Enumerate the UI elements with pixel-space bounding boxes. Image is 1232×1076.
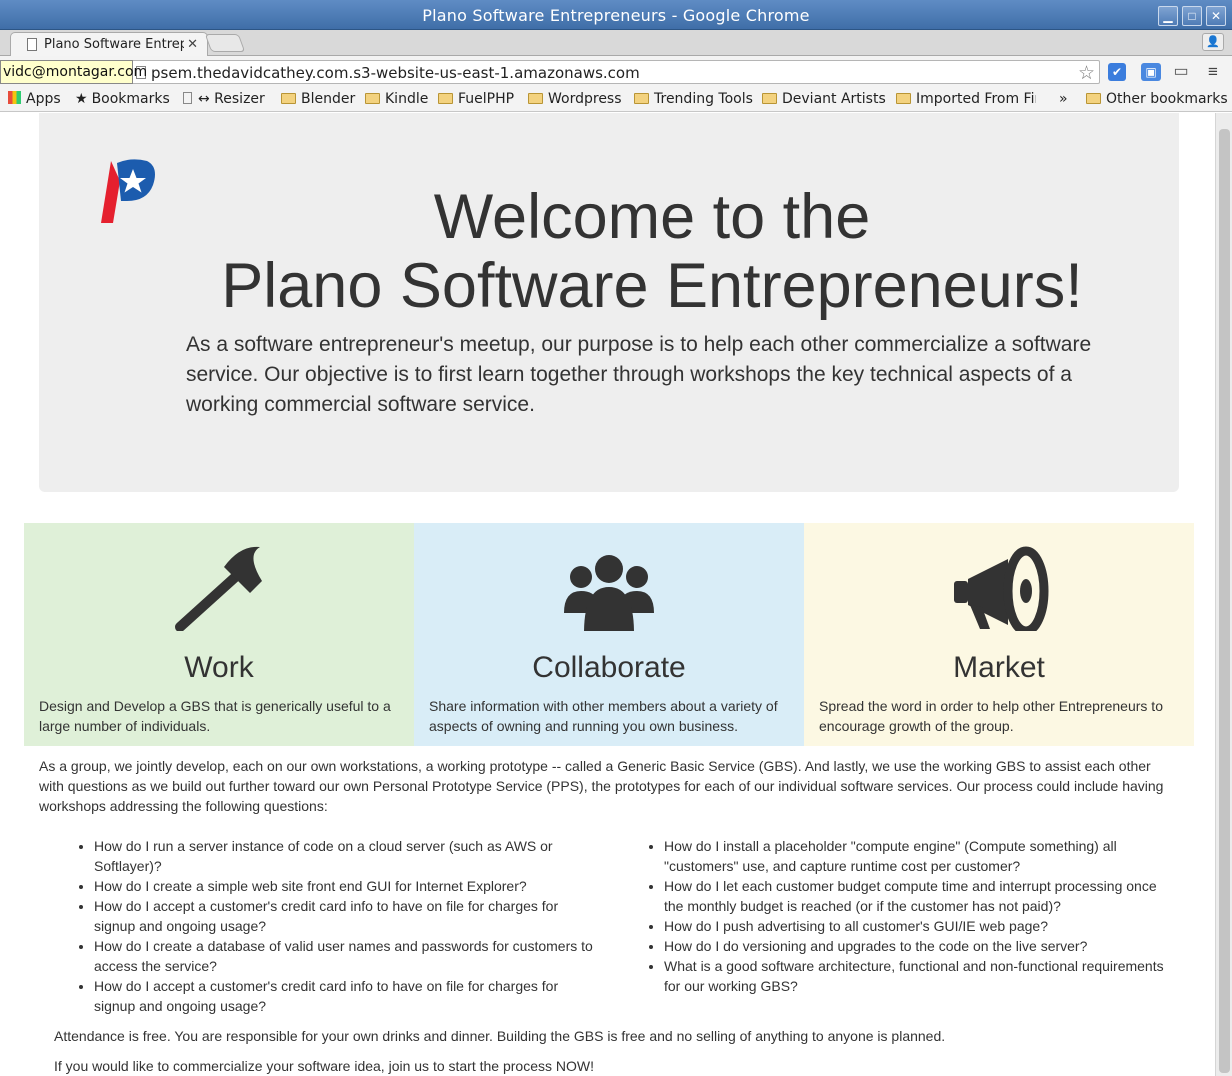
bookmark-label: Trending Tools bbox=[654, 91, 753, 107]
bookmark-label: Imported From Fir bbox=[916, 91, 1036, 107]
window-title: Plano Software Entrepreneurs - Google Ch… bbox=[422, 6, 810, 25]
browser-toolbar: psem.thedavidcathey.com.s3-website-us-ea… bbox=[0, 56, 1232, 88]
page-content: Welcome to the Plano Software Entreprene… bbox=[0, 113, 1215, 1076]
bookmarks-bar: Apps ★ Bookmarks ↔ Resizer Blender Kindle… bbox=[0, 88, 1232, 112]
bookmark-folder-imported[interactable]: Imported From Fir bbox=[896, 91, 1036, 107]
panel-market: Market Spread the word in order to help … bbox=[804, 523, 1194, 746]
new-tab-button[interactable] bbox=[204, 34, 246, 52]
extension-box-icon[interactable]: ▣ bbox=[1141, 63, 1161, 81]
hammer-icon bbox=[175, 546, 262, 631]
bookmark-resizer[interactable]: ↔ Resizer bbox=[183, 91, 265, 107]
attendance-text: Attendance is free. You are responsible … bbox=[54, 1028, 946, 1044]
question-item: How do I push advertising to all custome… bbox=[664, 916, 1175, 936]
question-item: How do I accept a customer's credit card… bbox=[94, 976, 600, 1016]
bookmark-folder-trending-tools[interactable]: Trending Tools bbox=[634, 91, 753, 107]
panel-title: Collaborate bbox=[532, 651, 686, 684]
bookmark-label: Blender bbox=[301, 91, 356, 107]
folder-icon bbox=[1086, 93, 1101, 104]
bookmarks-overflow-button[interactable]: » bbox=[1059, 91, 1068, 107]
users-icon bbox=[564, 555, 654, 631]
questions-left-list: How do I run a server instance of code o… bbox=[75, 836, 600, 1016]
tab-strip: Plano Software Entrepreneurs ✕ 👤 bbox=[0, 30, 1232, 56]
tab-plano-software[interactable]: Plano Software Entrepreneurs ✕ bbox=[10, 32, 208, 56]
panel-title: Work bbox=[184, 651, 254, 684]
tab-label: Plano Software Entrepreneurs bbox=[44, 37, 184, 52]
bookmark-label: Deviant Artists bbox=[782, 91, 886, 107]
question-item: How do I create a simple web site front … bbox=[94, 876, 600, 896]
hero-title: Welcome to the Plano Software Entreprene… bbox=[39, 183, 1215, 321]
folder-icon bbox=[634, 93, 649, 104]
close-window-button[interactable]: ✕ bbox=[1206, 6, 1226, 26]
cta-text: If you would like to commercialize your … bbox=[54, 1058, 594, 1074]
star-icon: ★ bbox=[75, 91, 88, 107]
bookmark-bookmarks[interactable]: ★ Bookmarks bbox=[75, 91, 170, 107]
minimize-button[interactable]: ▁ bbox=[1158, 6, 1178, 26]
vertical-scrollbar[interactable] bbox=[1215, 113, 1232, 1076]
question-item: How do I let each customer budget comput… bbox=[664, 876, 1175, 916]
tooltip: vidc@montagar.com bbox=[0, 60, 147, 84]
bookmark-label: FuelPHP bbox=[458, 91, 515, 107]
maximize-button[interactable]: □ bbox=[1182, 6, 1202, 26]
bookmark-folder-other[interactable]: Other bookmarks bbox=[1086, 91, 1228, 107]
panel-text: Design and Develop a GBS that is generic… bbox=[39, 698, 391, 734]
cast-icon[interactable]: ▭ bbox=[1172, 63, 1190, 81]
page-icon bbox=[27, 38, 37, 51]
hero-title-line1: Welcome to the bbox=[433, 182, 871, 252]
bookmark-folder-wordpress[interactable]: Wordpress bbox=[528, 91, 622, 107]
profile-icon[interactable]: 👤 bbox=[1202, 33, 1224, 51]
question-item: How do I do versioning and upgrades to t… bbox=[664, 936, 1175, 956]
url-text[interactable]: psem.thedavidcathey.com.s3-website-us-ea… bbox=[151, 64, 640, 82]
bookmark-label: Wordpress bbox=[548, 91, 622, 107]
question-item: How do I install a placeholder "compute … bbox=[664, 836, 1175, 876]
folder-icon bbox=[281, 93, 296, 104]
questions-right-list: How do I install a placeholder "compute … bbox=[645, 836, 1175, 996]
bookmark-label: ↔ Resizer bbox=[198, 91, 265, 107]
tab-close-icon[interactable]: ✕ bbox=[187, 36, 198, 52]
question-item: How do I accept a customer's credit card… bbox=[94, 896, 600, 936]
bookmark-label: Apps bbox=[26, 91, 61, 107]
hero-description: As a software entrepreneur's meetup, our… bbox=[186, 333, 1092, 416]
bookmark-apps[interactable]: Apps bbox=[8, 91, 61, 107]
folder-icon bbox=[438, 93, 453, 104]
hero-title-line2: Plano Software Entrepreneurs! bbox=[221, 251, 1083, 321]
folder-icon bbox=[762, 93, 777, 104]
extension-check-icon[interactable]: ✔ bbox=[1108, 63, 1126, 81]
scrollbar-thumb[interactable] bbox=[1219, 129, 1230, 1073]
intro-paragraph: As a group, we jointly develop, each on … bbox=[39, 758, 1164, 814]
folder-icon bbox=[528, 93, 543, 104]
panel-work: Work Design and Develop a GBS that is ge… bbox=[24, 523, 414, 746]
question-item: How do I create a database of valid user… bbox=[94, 936, 600, 976]
hero-jumbotron: Welcome to the Plano Software Entreprene… bbox=[39, 113, 1179, 492]
folder-icon bbox=[896, 93, 911, 104]
panel-title: Market bbox=[953, 651, 1045, 684]
panel-text: Spread the word in order to help other E… bbox=[819, 698, 1163, 734]
page-icon bbox=[183, 92, 192, 104]
bookmark-label: Bookmarks bbox=[91, 91, 170, 107]
panel-text: Share information with other members abo… bbox=[429, 698, 778, 734]
menu-icon[interactable]: ≡ bbox=[1204, 63, 1222, 81]
window-titlebar: Plano Software Entrepreneurs - Google Ch… bbox=[0, 0, 1232, 30]
bookmark-star-icon[interactable]: ☆ bbox=[1078, 62, 1095, 85]
bookmark-label: Other bookmarks bbox=[1106, 91, 1228, 107]
question-item: What is a good software architecture, fu… bbox=[664, 956, 1175, 996]
bookmark-folder-blender[interactable]: Blender bbox=[281, 91, 355, 107]
panel-collaborate: Collaborate Share information with other… bbox=[414, 523, 804, 746]
apps-grid-icon bbox=[8, 91, 21, 104]
bookmark-folder-deviant-artists[interactable]: Deviant Artists bbox=[762, 91, 886, 107]
bookmark-label: Kindle bbox=[385, 91, 429, 107]
bookmark-folder-fuelphp[interactable]: FuelPHP bbox=[438, 91, 514, 107]
question-item: How do I run a server instance of code o… bbox=[94, 836, 600, 876]
folder-icon bbox=[365, 93, 380, 104]
bullhorn-icon bbox=[954, 546, 1049, 631]
address-bar[interactable]: psem.thedavidcathey.com.s3-website-us-ea… bbox=[128, 60, 1100, 84]
bookmark-folder-kindle[interactable]: Kindle bbox=[365, 91, 428, 107]
